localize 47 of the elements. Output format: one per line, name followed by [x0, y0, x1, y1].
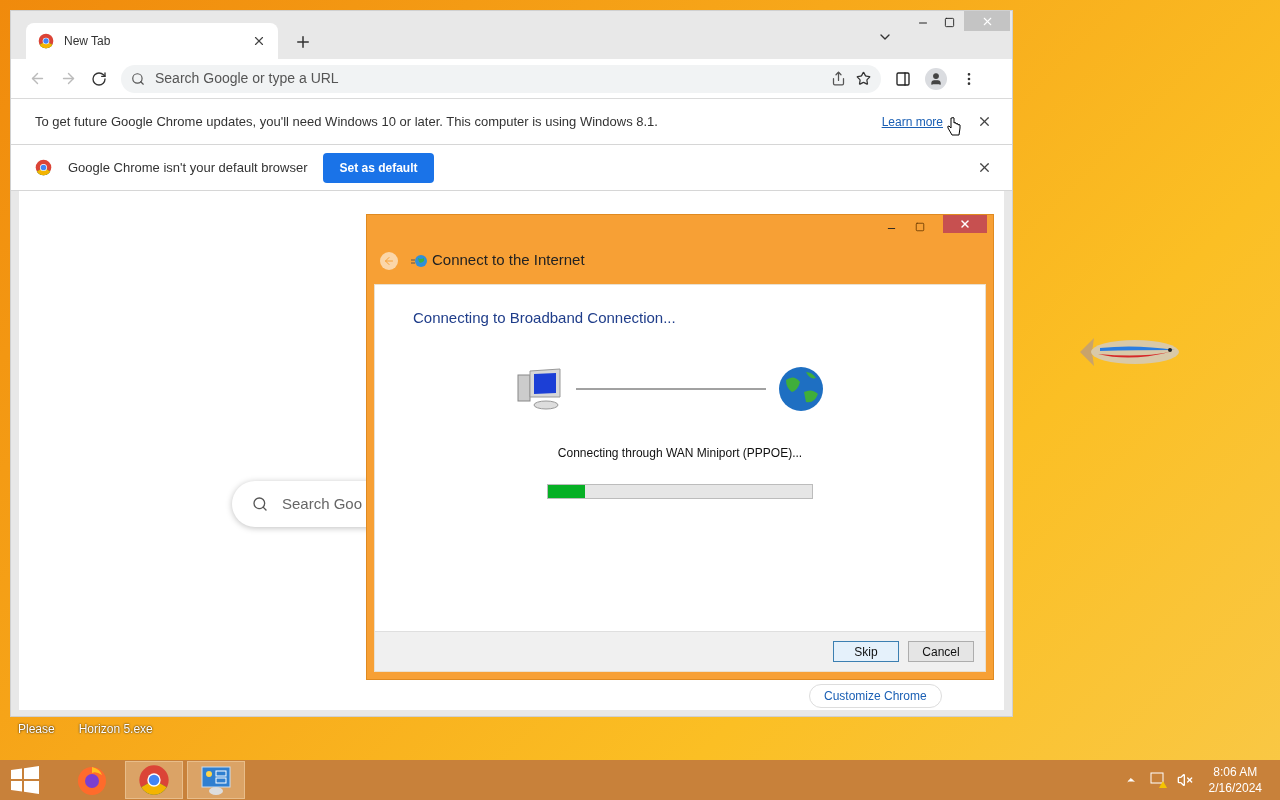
person-icon [929, 71, 943, 86]
address-bar[interactable]: Search Google or type a URL [121, 64, 881, 93]
dialog-title: Connect to the Internet [432, 250, 585, 271]
taskbar-app[interactable] [125, 761, 183, 799]
reload-icon[interactable] [91, 70, 107, 87]
bookmark-star-icon[interactable] [856, 71, 871, 86]
chrome-logo-icon [35, 159, 52, 176]
volume-muted-icon[interactable] [1176, 772, 1193, 788]
firefox-icon [76, 764, 108, 796]
share-icon[interactable] [831, 71, 846, 86]
back-arrow-icon [383, 254, 395, 267]
network-warning-icon[interactable] [1148, 771, 1167, 789]
back-icon[interactable] [29, 70, 46, 87]
globe-icon [410, 253, 428, 268]
windows-start-icon[interactable] [11, 766, 39, 794]
chrome-logo-icon [138, 764, 170, 796]
search-icon [252, 496, 268, 512]
taskbar-app[interactable] [187, 761, 245, 799]
close-icon[interactable] [977, 160, 992, 175]
set-default-button[interactable]: Set as default [323, 152, 434, 183]
computer-icon [516, 366, 564, 411]
dialog-button[interactable]: Skip [833, 641, 899, 662]
dialog-button[interactable]: Cancel [908, 641, 974, 662]
close-icon [959, 218, 971, 230]
infobar-message: Google Chrome isn't your default browser [68, 158, 308, 177]
dialog-heading: Connecting to Broadband Connection... [413, 308, 676, 328]
close-icon[interactable] [252, 34, 266, 48]
network-settings-icon [200, 764, 232, 796]
clock-time: 8:06 AM [1213, 764, 1258, 780]
connection-status: Connecting through WAN Miniport (PPPOE)... [557, 444, 803, 462]
new-tab-icon[interactable] [294, 33, 312, 51]
close-icon[interactable] [977, 114, 992, 129]
infobar-message: To get future Google Chrome updates, you'll need Windows 10 or later. This computer is using Windows 8.1. [35, 112, 658, 131]
search-placeholder: Search Goo [282, 493, 363, 514]
clock-date: 2/16/2024 [1208, 780, 1262, 796]
customize-chrome-button[interactable]: Customize Chrome [809, 684, 942, 708]
forward-icon[interactable] [60, 70, 77, 87]
maximize-icon[interactable] [944, 17, 955, 28]
search-icon [131, 71, 145, 86]
browser-tab[interactable]: New Tab [26, 23, 278, 59]
globe-icon [778, 365, 824, 412]
chrome-logo-icon [38, 33, 54, 49]
learn-more-link[interactable]: Learn more [881, 112, 943, 131]
side-panel-icon[interactable] [895, 70, 911, 87]
close-button[interactable] [943, 215, 987, 233]
hand-cursor-icon [947, 116, 961, 137]
profile-avatar[interactable] [925, 67, 947, 90]
